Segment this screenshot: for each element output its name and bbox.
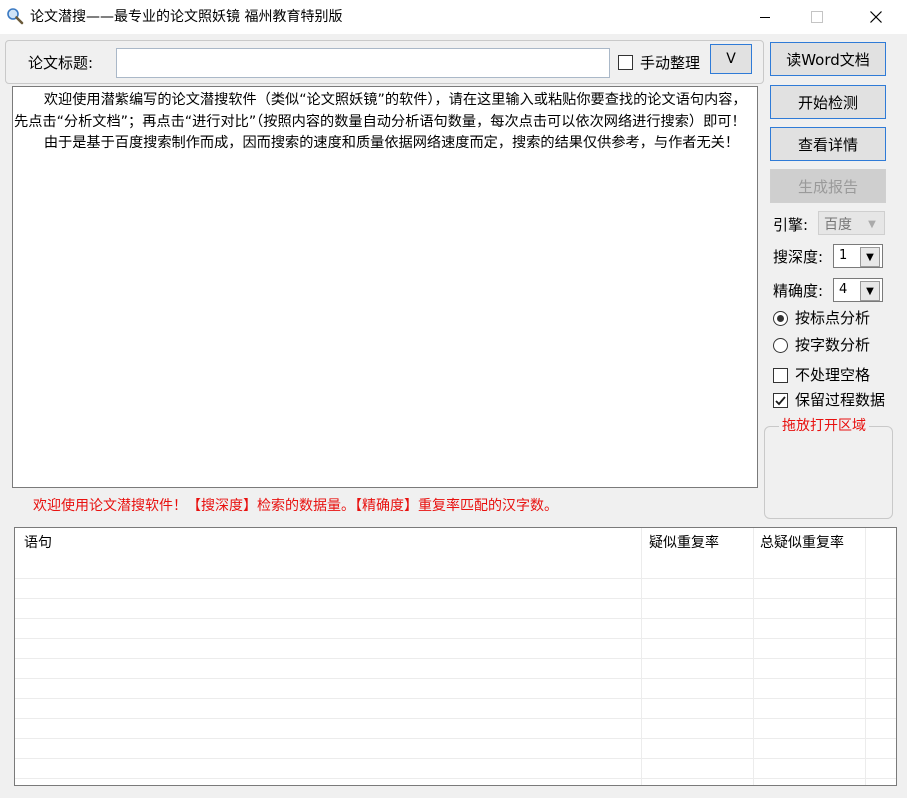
expand-button[interactable]: V [710, 44, 752, 74]
table-row-divider [15, 698, 896, 699]
table-row-divider [15, 578, 896, 579]
column-header-total-similarity[interactable]: 总疑似重复率 [760, 534, 844, 552]
no-space-label: 不处理空格 [795, 366, 871, 384]
table-row-divider [15, 758, 896, 759]
punct-analysis-radio[interactable] [773, 311, 788, 326]
table-row-divider [15, 658, 896, 659]
maximize-button[interactable] [794, 0, 840, 34]
manual-organize-checkbox[interactable] [618, 55, 633, 70]
depth-label: 搜深度: [773, 248, 824, 266]
keep-data-label: 保留过程数据 [795, 391, 886, 409]
content-paragraph: 由于是基于百度搜索制作而成，因而搜索的速度和质量依据网络速度而定，搜索的结果仅供… [43, 135, 740, 151]
table-row-divider [15, 778, 896, 779]
column-header-similarity[interactable]: 疑似重复率 [649, 534, 719, 552]
engine-select[interactable]: 百度 ▼ [818, 211, 885, 235]
engine-value: 百度 [824, 217, 852, 233]
column-divider [753, 528, 754, 785]
table-row-divider [15, 598, 896, 599]
title-input[interactable] [116, 48, 610, 78]
generate-report-button[interactable]: 生成报告 [770, 169, 886, 203]
table-row-divider [15, 678, 896, 679]
column-header-sentence[interactable]: 语句 [24, 534, 52, 552]
precision-value: 4 [839, 282, 848, 297]
no-space-checkbox[interactable] [773, 368, 788, 383]
checkmark-icon [775, 396, 786, 406]
chevron-down-icon: ▼ [860, 281, 880, 301]
engine-label: 引擎: [773, 216, 809, 234]
title-label: 论文标题: [28, 54, 94, 72]
drop-zone[interactable] [764, 426, 893, 519]
keep-data-checkbox[interactable] [773, 393, 788, 408]
table-row-divider [15, 738, 896, 739]
minimize-button[interactable] [742, 0, 788, 34]
start-check-button[interactable]: 开始检测 [770, 85, 886, 119]
window-title: 论文潜搜——最专业的论文照妖镜 福州教育特别版 [30, 9, 343, 25]
close-icon [870, 11, 882, 23]
minimize-icon [760, 17, 770, 18]
table-row-divider [15, 718, 896, 719]
drop-zone-label: 拖放打开区域 [779, 417, 869, 435]
column-divider [641, 528, 642, 785]
content-textarea[interactable]: 欢迎使用潜紫编写的论文潜搜软件（类似“论文照妖镜”的软件），请在这里输入或粘贴你… [12, 86, 758, 488]
precision-select[interactable]: 4 ▼ [833, 278, 883, 302]
count-analysis-radio[interactable] [773, 338, 788, 353]
depth-select[interactable]: 1 ▼ [833, 244, 883, 268]
table-row-divider [15, 618, 896, 619]
content-paragraph: 欢迎使用潜紫编写的论文潜搜软件（类似“论文照妖镜”的软件），请在这里输入或粘贴你… [14, 92, 747, 130]
count-analysis-label: 按字数分析 [795, 336, 871, 354]
depth-value: 1 [839, 248, 848, 263]
magnifier-icon [6, 7, 24, 25]
table-row-divider [15, 638, 896, 639]
maximize-icon [811, 11, 823, 23]
radio-dot-icon [777, 315, 784, 322]
chevron-down-icon: ▼ [862, 214, 882, 234]
punct-analysis-label: 按标点分析 [795, 309, 871, 327]
view-details-button[interactable]: 查看详情 [770, 127, 886, 161]
manual-organize-label: 手动整理 [640, 54, 701, 72]
chevron-down-icon: ▼ [860, 247, 880, 267]
read-word-button[interactable]: 读Word文档 [770, 42, 886, 76]
close-button[interactable] [853, 0, 899, 34]
precision-label: 精确度: [773, 282, 824, 300]
results-table[interactable]: 语句 疑似重复率 总疑似重复率 [14, 527, 897, 786]
column-divider [865, 528, 866, 785]
status-message: 欢迎使用论文潜搜软件！【搜深度】检索的数据量。【精确度】重复率匹配的汉字数。 [33, 498, 558, 514]
